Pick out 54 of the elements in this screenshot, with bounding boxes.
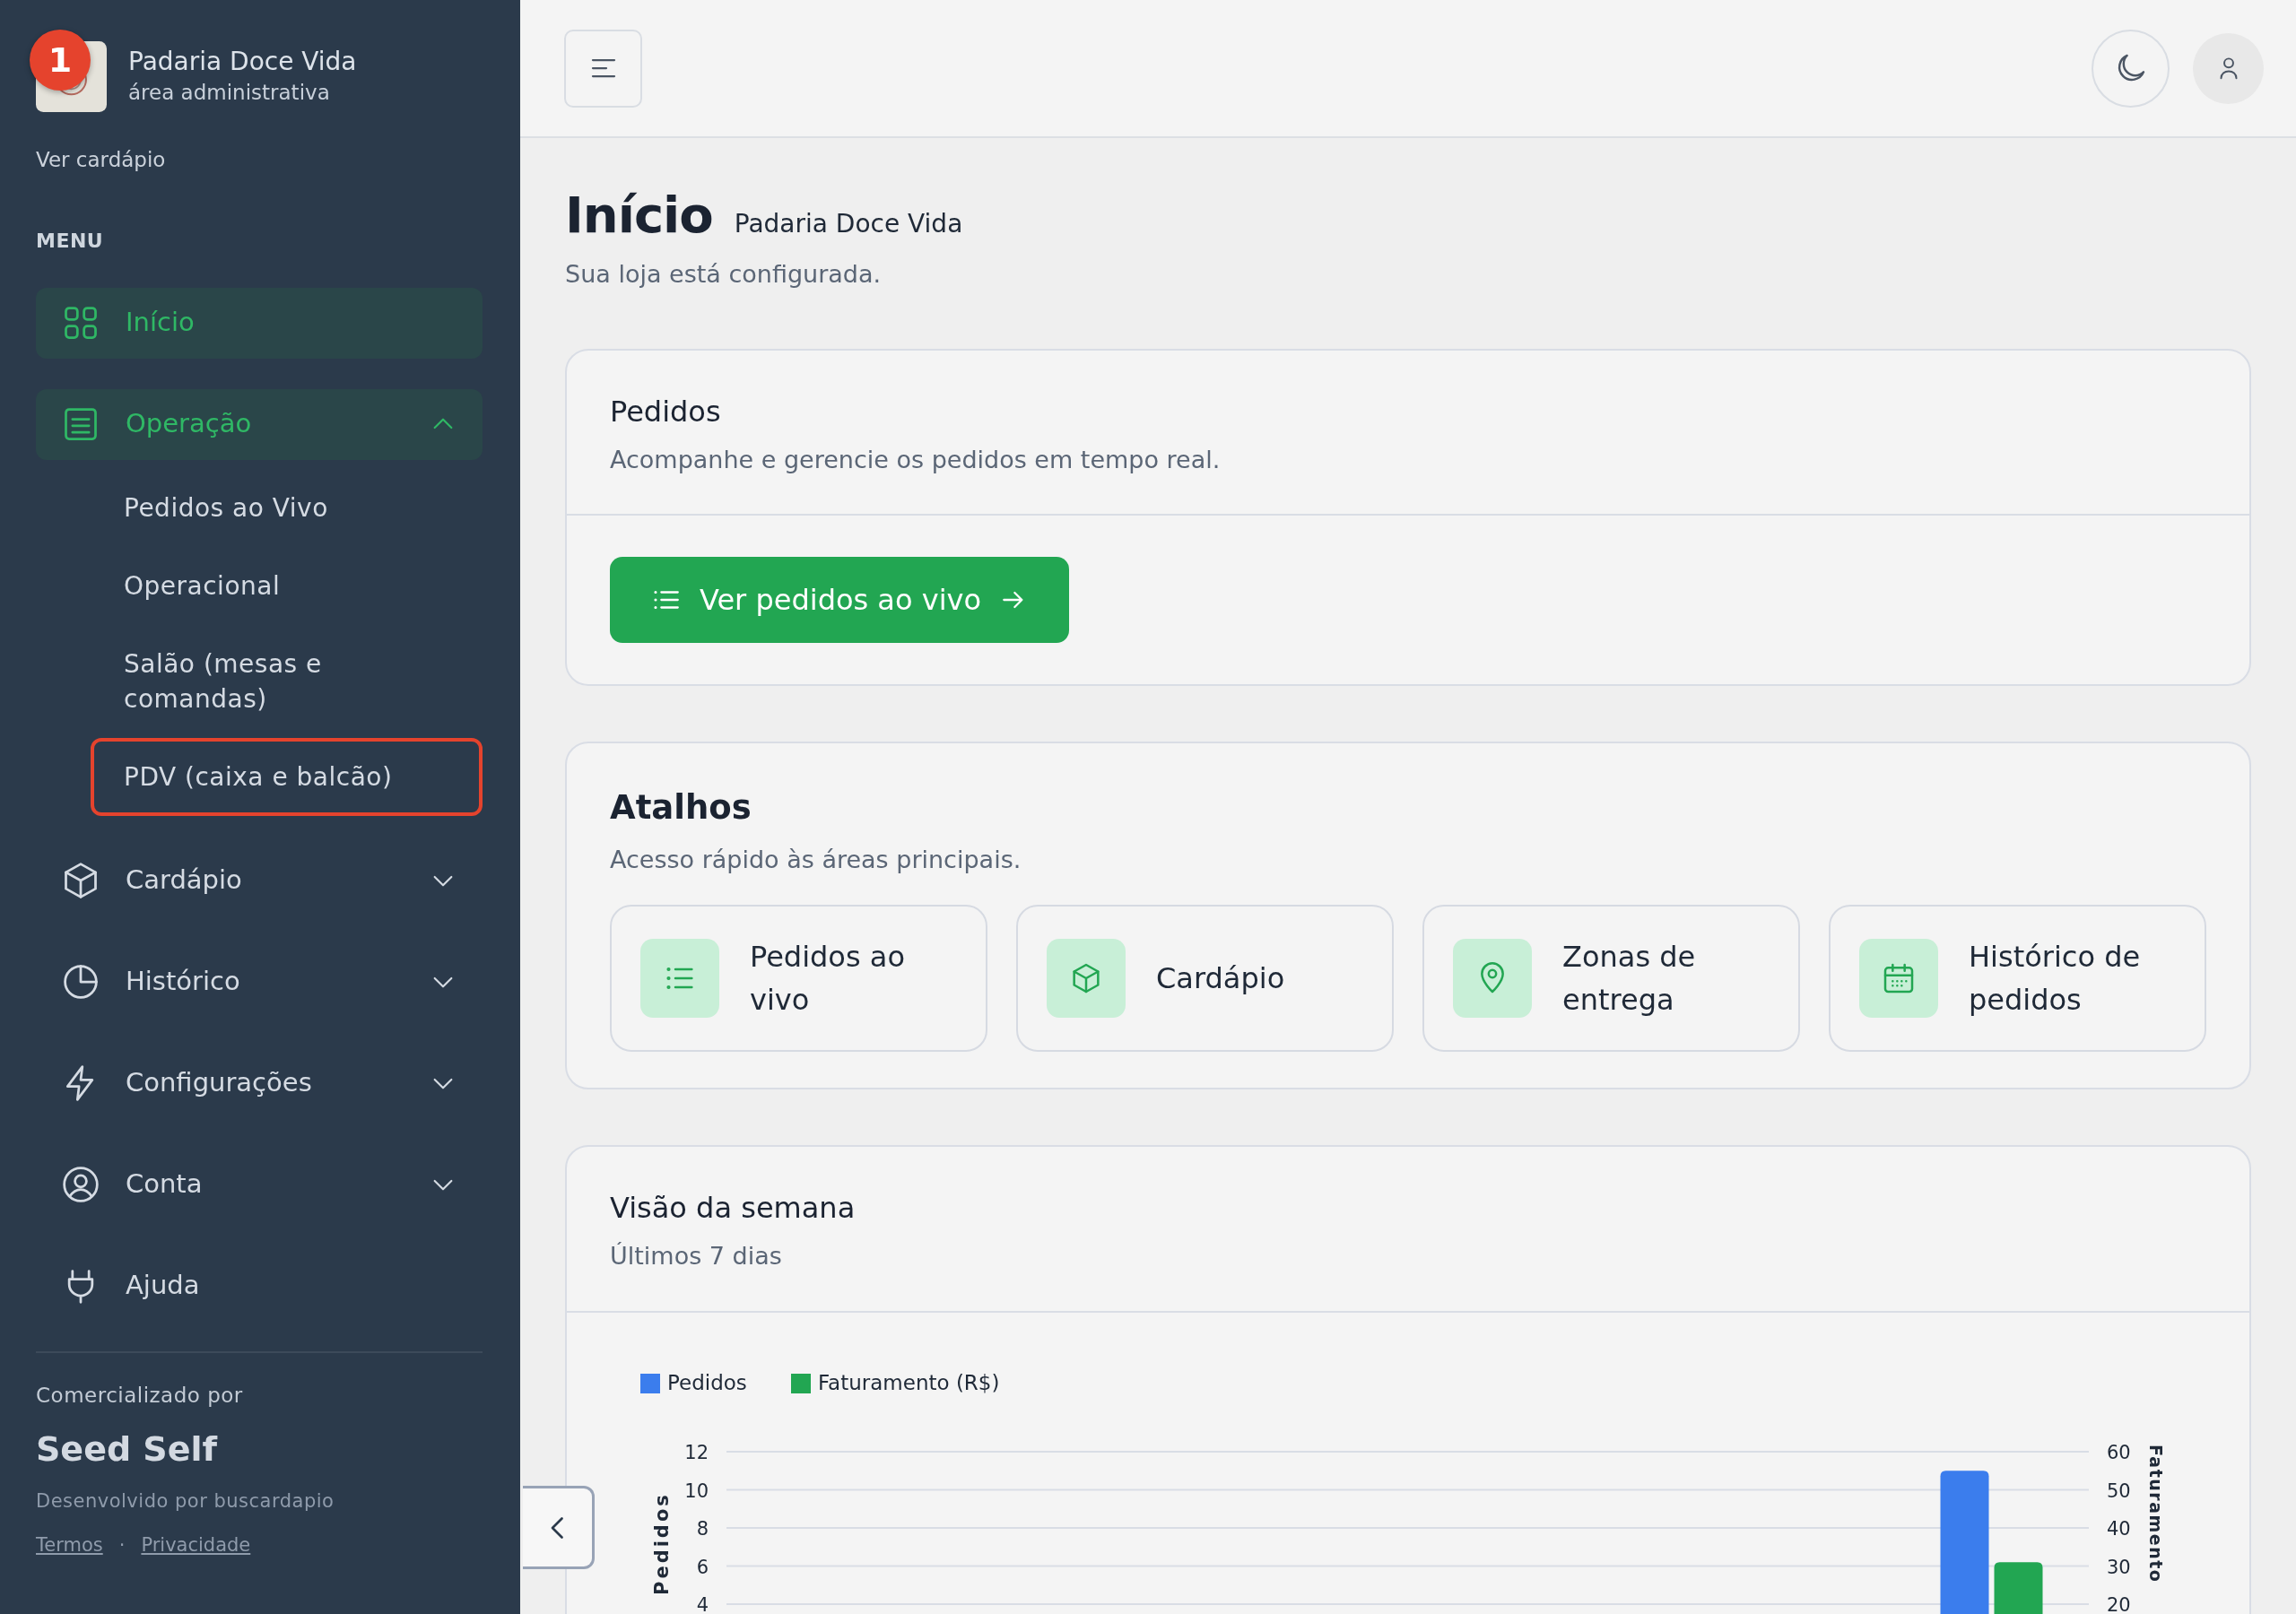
axis-tick-label: 20 xyxy=(2107,1593,2131,1614)
page-subtitle: Padaria Doce Vida xyxy=(734,208,963,240)
legend-item[interactable]: Faturamento (R$) xyxy=(791,1370,1000,1394)
axis-tick-label: 60 xyxy=(2107,1441,2131,1463)
sidebar-item[interactable]: Histórico xyxy=(36,946,483,1018)
card-title: Visão da semana xyxy=(610,1190,857,1227)
sidebar-item[interactable]: Início xyxy=(36,287,483,359)
axis-title: Faturamento xyxy=(2146,1444,2166,1583)
sidebar-item[interactable]: Conta xyxy=(36,1149,483,1220)
axis-tick-label: 6 xyxy=(696,1556,709,1577)
sidebar-item[interactable]: Cardápio xyxy=(36,845,483,916)
chart-bar xyxy=(1994,1561,2043,1614)
submenu-item[interactable]: Operacional xyxy=(91,546,483,625)
card-description: Acompanhe e gerencie os pedidos em tempo real. xyxy=(610,444,1222,475)
legend-item[interactable]: Pedidos xyxy=(640,1370,747,1394)
axis-tick-label: 12 xyxy=(684,1441,709,1463)
card-description: Acesso rápido às áreas principais. xyxy=(610,844,1022,875)
user-circle-icon xyxy=(61,1164,100,1204)
step-badge: 1 xyxy=(30,30,91,91)
shortcut-tile[interactable]: Zonas de entrega xyxy=(1422,905,1800,1052)
separator-dot: · xyxy=(118,1533,126,1558)
shortcut-tile[interactable]: Histórico de pedidos xyxy=(1829,905,2206,1052)
card-description: Últimos 7 dias xyxy=(610,1241,783,1271)
submenu-item[interactable]: Salão (mesas e comandas) xyxy=(91,624,483,739)
axis-tick-label: 4 xyxy=(696,1593,709,1614)
store-subtitle: área administrativa xyxy=(128,79,331,106)
sidebar-item[interactable]: Ajuda xyxy=(36,1250,483,1322)
view-menu-link[interactable]: Ver cardápio xyxy=(36,144,166,176)
page-title: Início xyxy=(565,185,713,246)
axis-tick-label: 8 xyxy=(696,1517,709,1540)
axis-title: Pedidos xyxy=(651,1491,673,1595)
footer-link[interactable]: Termos xyxy=(36,1532,103,1560)
submenu-item[interactable]: Pedidos ao Vivo xyxy=(91,468,483,547)
card-title: Atalhos xyxy=(610,787,752,829)
sidebar-item[interactable]: Configurações xyxy=(36,1047,483,1119)
shortcut-tile[interactable]: Pedidos ao vivo xyxy=(610,905,987,1052)
menu-toggle-button[interactable] xyxy=(564,29,642,108)
axis-tick-label: 50 xyxy=(2107,1480,2131,1501)
sidebar-item[interactable]: Operação xyxy=(36,388,483,460)
shortcut-tile[interactable]: Cardápio xyxy=(1016,905,1394,1052)
store-name: Padaria Doce Vida xyxy=(128,45,357,77)
page-description: Sua loja está configurada. xyxy=(565,259,883,290)
menu-heading: MENU xyxy=(36,228,105,254)
collapse-button[interactable] xyxy=(523,1486,595,1569)
company-name: Seed Self xyxy=(36,1427,219,1471)
submenu-item[interactable]: PDV (caixa e balcão) xyxy=(91,738,483,817)
axis-tick-label: 30 xyxy=(2107,1556,2131,1577)
axis-tick-label: 10 xyxy=(684,1480,709,1501)
legend-label: Pedidos xyxy=(667,1370,747,1394)
footer-link[interactable]: Privacidade xyxy=(141,1532,251,1560)
card-title: Pedidos xyxy=(610,393,722,430)
axis-tick-label: 40 xyxy=(2107,1517,2131,1540)
marketed-by-text: Comercializado por xyxy=(36,1383,244,1410)
developer-credit: Desenvolvido por buscardapio xyxy=(36,1488,335,1514)
